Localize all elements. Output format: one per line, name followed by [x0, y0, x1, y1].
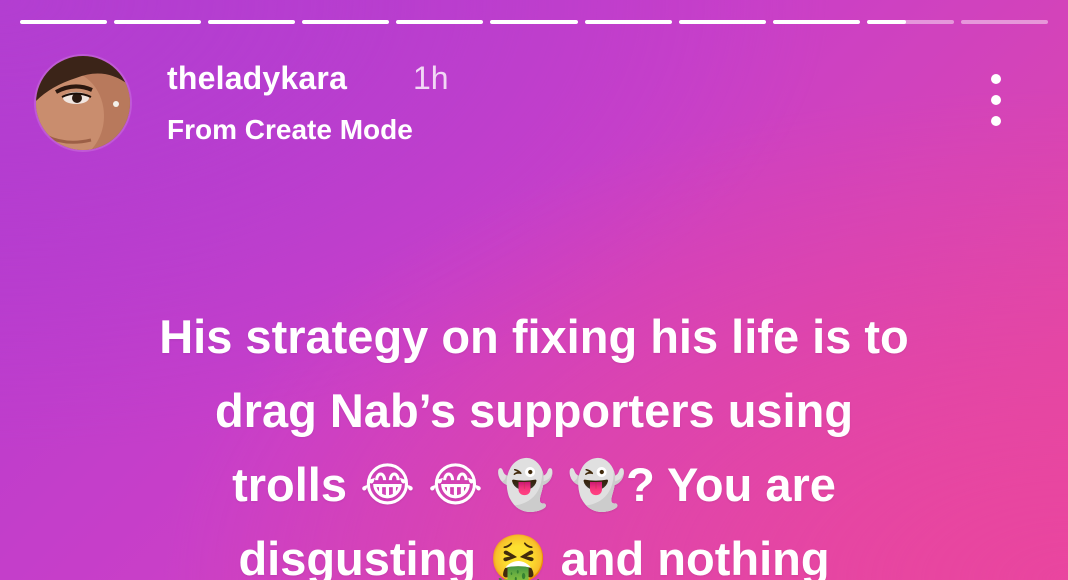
story-progress-segment — [584, 20, 672, 24]
story-text-line: His strategy on fixing his life is to — [159, 310, 909, 363]
story-progress-segment — [772, 20, 860, 24]
story-text: His strategy on fixing his life is to dr… — [40, 300, 1028, 580]
create-mode-label: From Create Mode — [167, 114, 413, 145]
story-text-line: trolls 😂 😂 👻 👻? You are — [232, 458, 836, 511]
more-dot — [991, 74, 1001, 84]
story-progress-segment — [866, 20, 954, 24]
story-progress-fill — [114, 20, 202, 24]
avatar[interactable] — [36, 56, 130, 150]
story-progress-fill — [772, 20, 860, 24]
story-progress-fill — [866, 20, 907, 24]
story-progress-fill — [208, 20, 296, 24]
story-progress-segment — [114, 20, 202, 24]
username[interactable]: theladykara — [167, 60, 347, 97]
story-progress-fill — [490, 20, 578, 24]
story-progress-fill — [302, 20, 390, 24]
story-progress-segment — [20, 20, 108, 24]
story-progress-fill — [678, 20, 766, 24]
story-header: theladykara 1h From Create Mode — [36, 56, 1032, 152]
story-progress-fill — [20, 20, 108, 24]
story-progress-bar — [20, 20, 1049, 24]
time-ago: 1h — [413, 60, 449, 96]
more-vertical-icon[interactable] — [986, 74, 1006, 126]
story-progress-fill — [396, 20, 484, 24]
story-text-line: disgusting 🤮 and nothing — [238, 532, 830, 580]
more-dot — [991, 116, 1001, 126]
story-progress-segment — [490, 20, 578, 24]
avatar-photo — [36, 56, 130, 150]
story-progress-segment — [302, 20, 390, 24]
story-progress-fill — [584, 20, 672, 24]
story-progress-segment — [208, 20, 296, 24]
story-text-line: drag Nab’s supporters using — [214, 384, 854, 437]
story-progress-segment — [960, 20, 1049, 24]
story-progress-segment — [678, 20, 766, 24]
more-dot — [991, 95, 1001, 105]
story-progress-segment — [396, 20, 484, 24]
